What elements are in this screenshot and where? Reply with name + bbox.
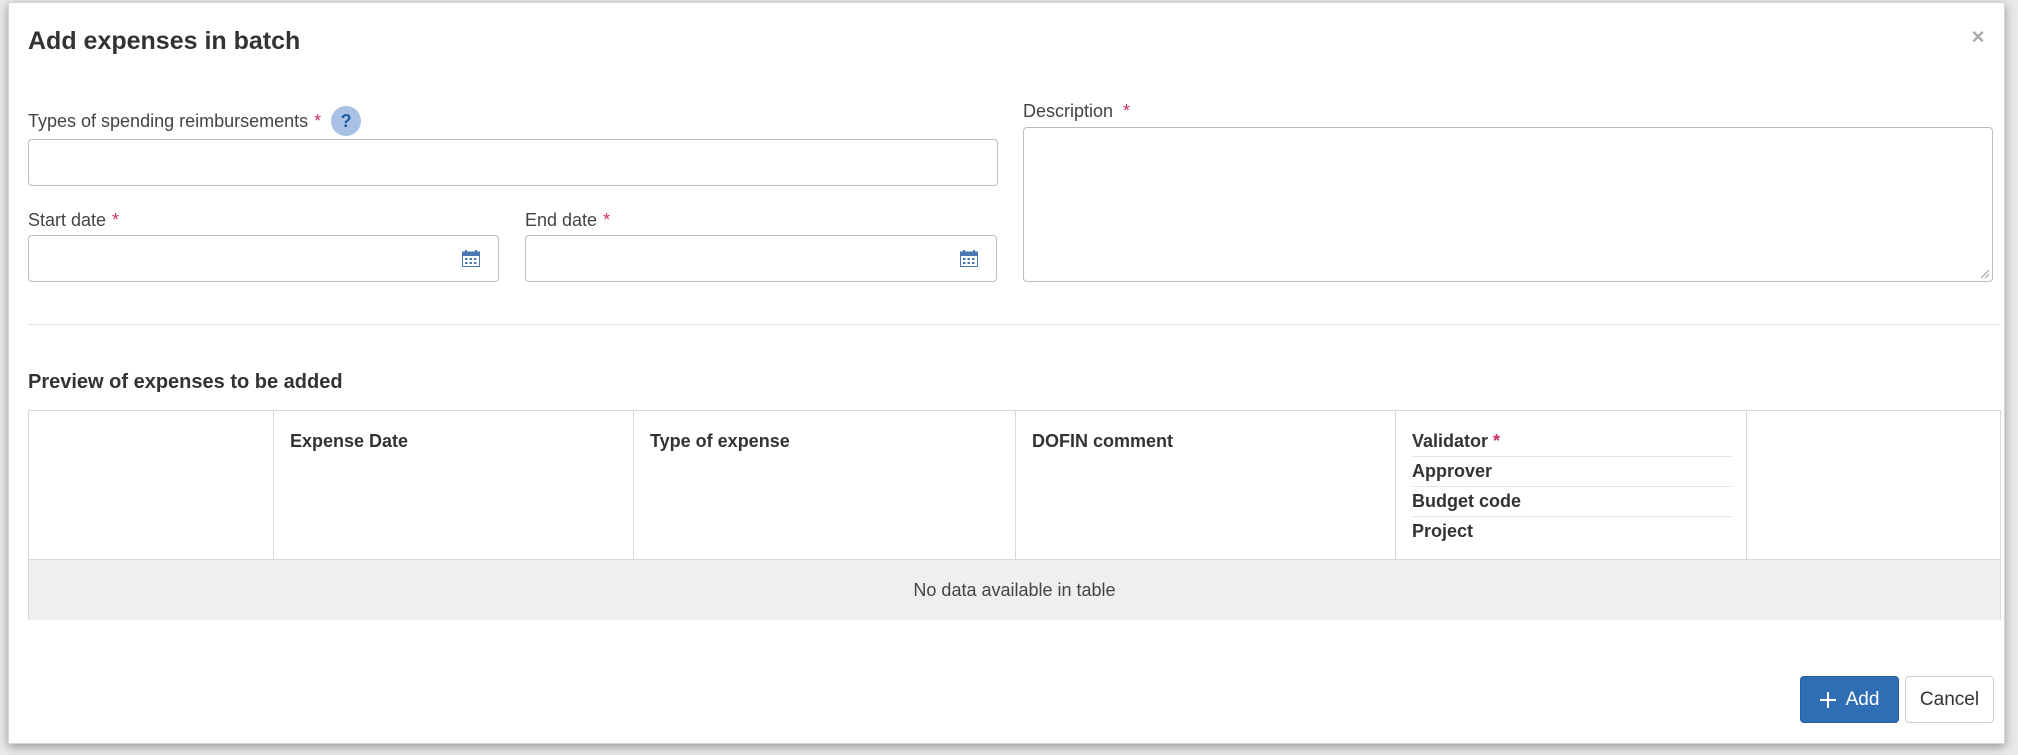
end-date-input[interactable] <box>525 235 997 282</box>
empty-table-message: No data available in table <box>29 559 2000 620</box>
description-textarea[interactable] <box>1023 127 1993 282</box>
column-header-select[interactable] <box>29 411 274 559</box>
stack-line-approver: Approver <box>1412 457 1732 487</box>
preview-title: Preview of expenses to be added <box>28 371 343 393</box>
help-icon[interactable]: ? <box>331 106 362 136</box>
add-button[interactable]: Add <box>1800 676 1899 723</box>
required-mark: * <box>1123 101 1131 121</box>
preview-table: Expense Date Type of expense DOFIN comme… <box>28 410 2001 620</box>
add-button-label: Add <box>1845 688 1880 710</box>
description-label-row: Description * <box>1023 101 1130 122</box>
end-date-label: End date <box>525 210 598 230</box>
add-expenses-modal: Add expenses in batch × Types of spendin… <box>8 2 2005 744</box>
end-date-label-row: End date * <box>525 210 610 231</box>
close-icon[interactable]: × <box>1966 24 1990 49</box>
table-header: Expense Date Type of expense DOFIN comme… <box>29 411 2000 559</box>
column-header-expense-date[interactable]: Expense Date <box>274 411 634 559</box>
stack-line-project: Project <box>1412 521 1474 541</box>
column-header-actions <box>1747 411 2002 559</box>
calendar-icon[interactable] <box>462 250 480 267</box>
cancel-button[interactable]: Cancel <box>1905 676 1994 723</box>
description-label: Description <box>1023 101 1114 121</box>
start-date-label-row: Start date * <box>28 210 119 231</box>
required-mark: * <box>112 210 120 230</box>
column-header-type-of-expense[interactable]: Type of expense <box>634 411 1016 559</box>
start-date-label: Start date <box>28 210 107 230</box>
start-date-input[interactable] <box>28 235 499 282</box>
required-mark: * <box>314 110 322 131</box>
stack-line-validator: Validator * <box>1412 427 1732 457</box>
section-divider <box>28 324 2001 325</box>
required-mark: * <box>603 210 611 230</box>
validator-label: Validator <box>1412 431 1489 451</box>
column-header-dofin-comment[interactable]: DOFIN comment <box>1016 411 1396 559</box>
types-label-row: Types of spending reimbursements * ? <box>28 106 362 136</box>
plus-icon <box>1819 691 1836 708</box>
modal-title: Add expenses in batch <box>28 27 301 55</box>
required-mark: * <box>1493 431 1501 451</box>
stack-line-budget-code: Budget code <box>1412 487 1732 517</box>
types-label: Types of spending reimbursements <box>28 110 309 131</box>
resize-grip-icon[interactable] <box>1978 267 1990 279</box>
calendar-icon[interactable] <box>960 250 978 267</box>
types-input[interactable] <box>28 139 998 186</box>
cancel-button-label: Cancel <box>1919 688 1980 710</box>
column-header-validator-group[interactable]: Validator * Approver Budget code Project <box>1396 411 1747 559</box>
